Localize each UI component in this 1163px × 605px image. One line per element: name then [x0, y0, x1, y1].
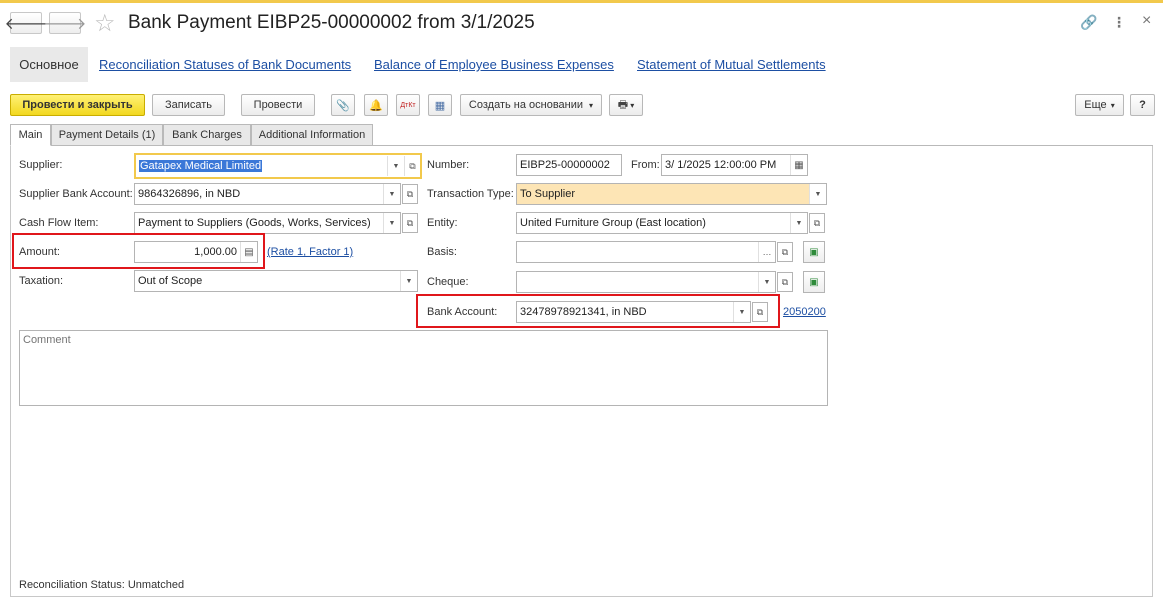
dropdown-arrow-icon[interactable]: ▼ [400, 271, 417, 291]
entity-value: United Furniture Group (East location) [520, 217, 706, 229]
cash-flow-item-value: Payment to Suppliers (Goods, Works, Serv… [138, 217, 371, 229]
calendar-icon[interactable]: ▦ [790, 155, 807, 175]
bell-icon: 🔔 [369, 99, 383, 112]
amount-value: 1,000.00 [194, 246, 237, 258]
report-button[interactable]: ▦ [428, 94, 452, 116]
nav-link-balance-employee-expenses[interactable]: Balance of Employee Business Expenses [374, 57, 614, 72]
number-label: Number: [427, 159, 470, 171]
taxation-value: Out of Scope [138, 275, 203, 287]
post-and-close-button[interactable]: Провести и закрыть [10, 94, 145, 116]
basis-field[interactable]: … [516, 241, 776, 263]
close-icon[interactable]: × [1142, 12, 1151, 30]
post-button[interactable]: Провести [241, 94, 315, 116]
chevron-down-icon: ▾ [589, 100, 594, 110]
ellipsis-icon[interactable]: … [758, 242, 775, 262]
dropdown-arrow-icon[interactable]: ▼ [383, 184, 400, 204]
entity-label: Entity: [427, 217, 458, 229]
reconciliation-status-label: Reconciliation Status: [19, 579, 125, 591]
forward-button[interactable]: 🡒 [44, 12, 86, 34]
bank-account-field[interactable]: 32478978921341, in NBD ▼ [516, 301, 751, 323]
tab-payment-details[interactable]: Payment Details (1) [51, 124, 163, 146]
supplier-label: Supplier: [19, 159, 63, 171]
number-value: EIBP25-00000002 [520, 159, 610, 171]
dropdown-arrow-icon[interactable]: ▼ [387, 156, 404, 176]
number-field[interactable]: EIBP25-00000002 [516, 154, 622, 176]
cash-flow-item-field[interactable]: Payment to Suppliers (Goods, Works, Serv… [134, 212, 401, 234]
print-button[interactable]: 🖶 ▾ [609, 94, 643, 116]
dropdown-arrow-icon[interactable]: ▼ [383, 213, 400, 233]
dropdown-arrow-icon[interactable]: ▼ [733, 302, 750, 322]
dt-kt-icon: ДтКт [400, 101, 416, 109]
entity-open-icon[interactable]: ⧉ [809, 213, 825, 233]
rate-factor-link[interactable]: (Rate 1, Factor 1) [267, 246, 353, 258]
cheque-field[interactable]: ▼ [516, 271, 776, 293]
favorite-star-icon[interactable]: ☆ [94, 9, 116, 38]
bank-account-label: Bank Account: [427, 306, 498, 318]
bank-account-code-link[interactable]: 2050200 [783, 306, 826, 318]
cash-flow-open-icon[interactable]: ⧉ [402, 213, 418, 233]
supplier-bank-open-icon[interactable]: ⧉ [402, 184, 418, 204]
taxation-label: Taxation: [19, 275, 64, 287]
dropdown-arrow-icon[interactable]: ▼ [790, 213, 807, 233]
calculator-icon[interactable]: ▤ [240, 242, 257, 262]
tab-main[interactable]: Main [10, 124, 51, 146]
dropdown-arrow-icon[interactable]: ▼ [809, 184, 826, 204]
date-value: 3/ 1/2025 12:00:00 PM [665, 159, 777, 171]
back-button[interactable]: 🡐 [5, 12, 47, 34]
amount-label: Amount: [19, 246, 60, 258]
create-based-on-label: Создать на основании [468, 99, 584, 111]
comment-textarea[interactable] [19, 330, 828, 406]
cheque-label: Cheque: [427, 276, 469, 288]
journal-entries-button[interactable]: ДтКт [396, 94, 420, 116]
cheque-add-icon[interactable]: ▣ [803, 271, 825, 293]
nav-link-reconciliation-statuses[interactable]: Reconciliation Statuses of Bank Document… [99, 57, 351, 72]
transaction-type-label: Transaction Type: [427, 188, 514, 200]
taxation-field[interactable]: Out of Scope ▼ [134, 270, 418, 292]
basis-label: Basis: [427, 246, 457, 258]
create-based-on-button[interactable]: Создать на основании ▾ [460, 94, 602, 116]
basis-open-icon[interactable]: ⧉ [777, 242, 793, 262]
attach-button[interactable]: 📎 [331, 94, 355, 116]
more-menu-icon[interactable]: ⋮ [1112, 14, 1126, 31]
link-icon[interactable]: 🔗 [1080, 14, 1097, 31]
from-label: From: [631, 159, 660, 171]
supplier-bank-account-value: 9864326896, in NBD [138, 188, 241, 200]
open-icon[interactable]: ⧉ [404, 156, 420, 176]
date-field[interactable]: 3/ 1/2025 12:00:00 PM ▦ [661, 154, 808, 176]
cheque-open-icon[interactable]: ⧉ [777, 272, 793, 292]
paperclip-icon: 📎 [336, 99, 350, 112]
reconciliation-status-value: Unmatched [127, 579, 185, 591]
printer-icon: 🖶 [617, 98, 629, 111]
transaction-type-field[interactable]: To Supplier ▼ [516, 183, 827, 205]
supplier-value: Gatapex Medical Limited [139, 160, 263, 172]
tab-bank-charges[interactable]: Bank Charges [163, 124, 251, 146]
dropdown-arrow-icon[interactable]: ▼ [758, 272, 775, 292]
transaction-type-value: To Supplier [520, 188, 576, 200]
report-grid-icon: ▦ [434, 99, 446, 112]
save-button[interactable]: Записать [152, 94, 225, 116]
help-button[interactable]: ? [1130, 94, 1155, 116]
amount-field[interactable]: 1,000.00 ▤ [134, 241, 258, 263]
chevron-down-icon: ▾ [630, 100, 635, 110]
notify-button[interactable]: 🔔 [364, 94, 388, 116]
arrow-right-icon: 🡒 [43, 15, 87, 33]
more-label: Еще [1084, 99, 1107, 111]
more-button[interactable]: Еще ▾ [1075, 94, 1124, 116]
bank-account-value: 32478978921341, in NBD [520, 306, 647, 318]
basis-add-icon[interactable]: ▣ [803, 241, 825, 263]
nav-link-mutual-settlements[interactable]: Statement of Mutual Settlements [637, 57, 826, 72]
arrow-left-icon: 🡐 [4, 15, 48, 33]
top-accent-line [0, 0, 1163, 3]
nav-tab-main[interactable]: Основное [10, 47, 88, 82]
supplier-bank-account-field[interactable]: 9864326896, in NBD ▼ [134, 183, 401, 205]
entity-field[interactable]: United Furniture Group (East location) ▼ [516, 212, 808, 234]
page-title: Bank Payment EIBP25-00000002 from 3/1/20… [128, 12, 535, 33]
tab-additional-information[interactable]: Additional Information [251, 124, 373, 146]
supplier-bank-account-label: Supplier Bank Account: [19, 188, 133, 200]
reconciliation-status: Reconciliation Status: Unmatched [19, 579, 184, 591]
supplier-field[interactable]: Gatapex Medical Limited ▼ ⧉ [134, 153, 422, 179]
bank-account-open-icon[interactable]: ⧉ [752, 302, 768, 322]
cash-flow-item-label: Cash Flow Item: [19, 217, 99, 229]
chevron-down-icon: ▾ [1110, 100, 1115, 110]
